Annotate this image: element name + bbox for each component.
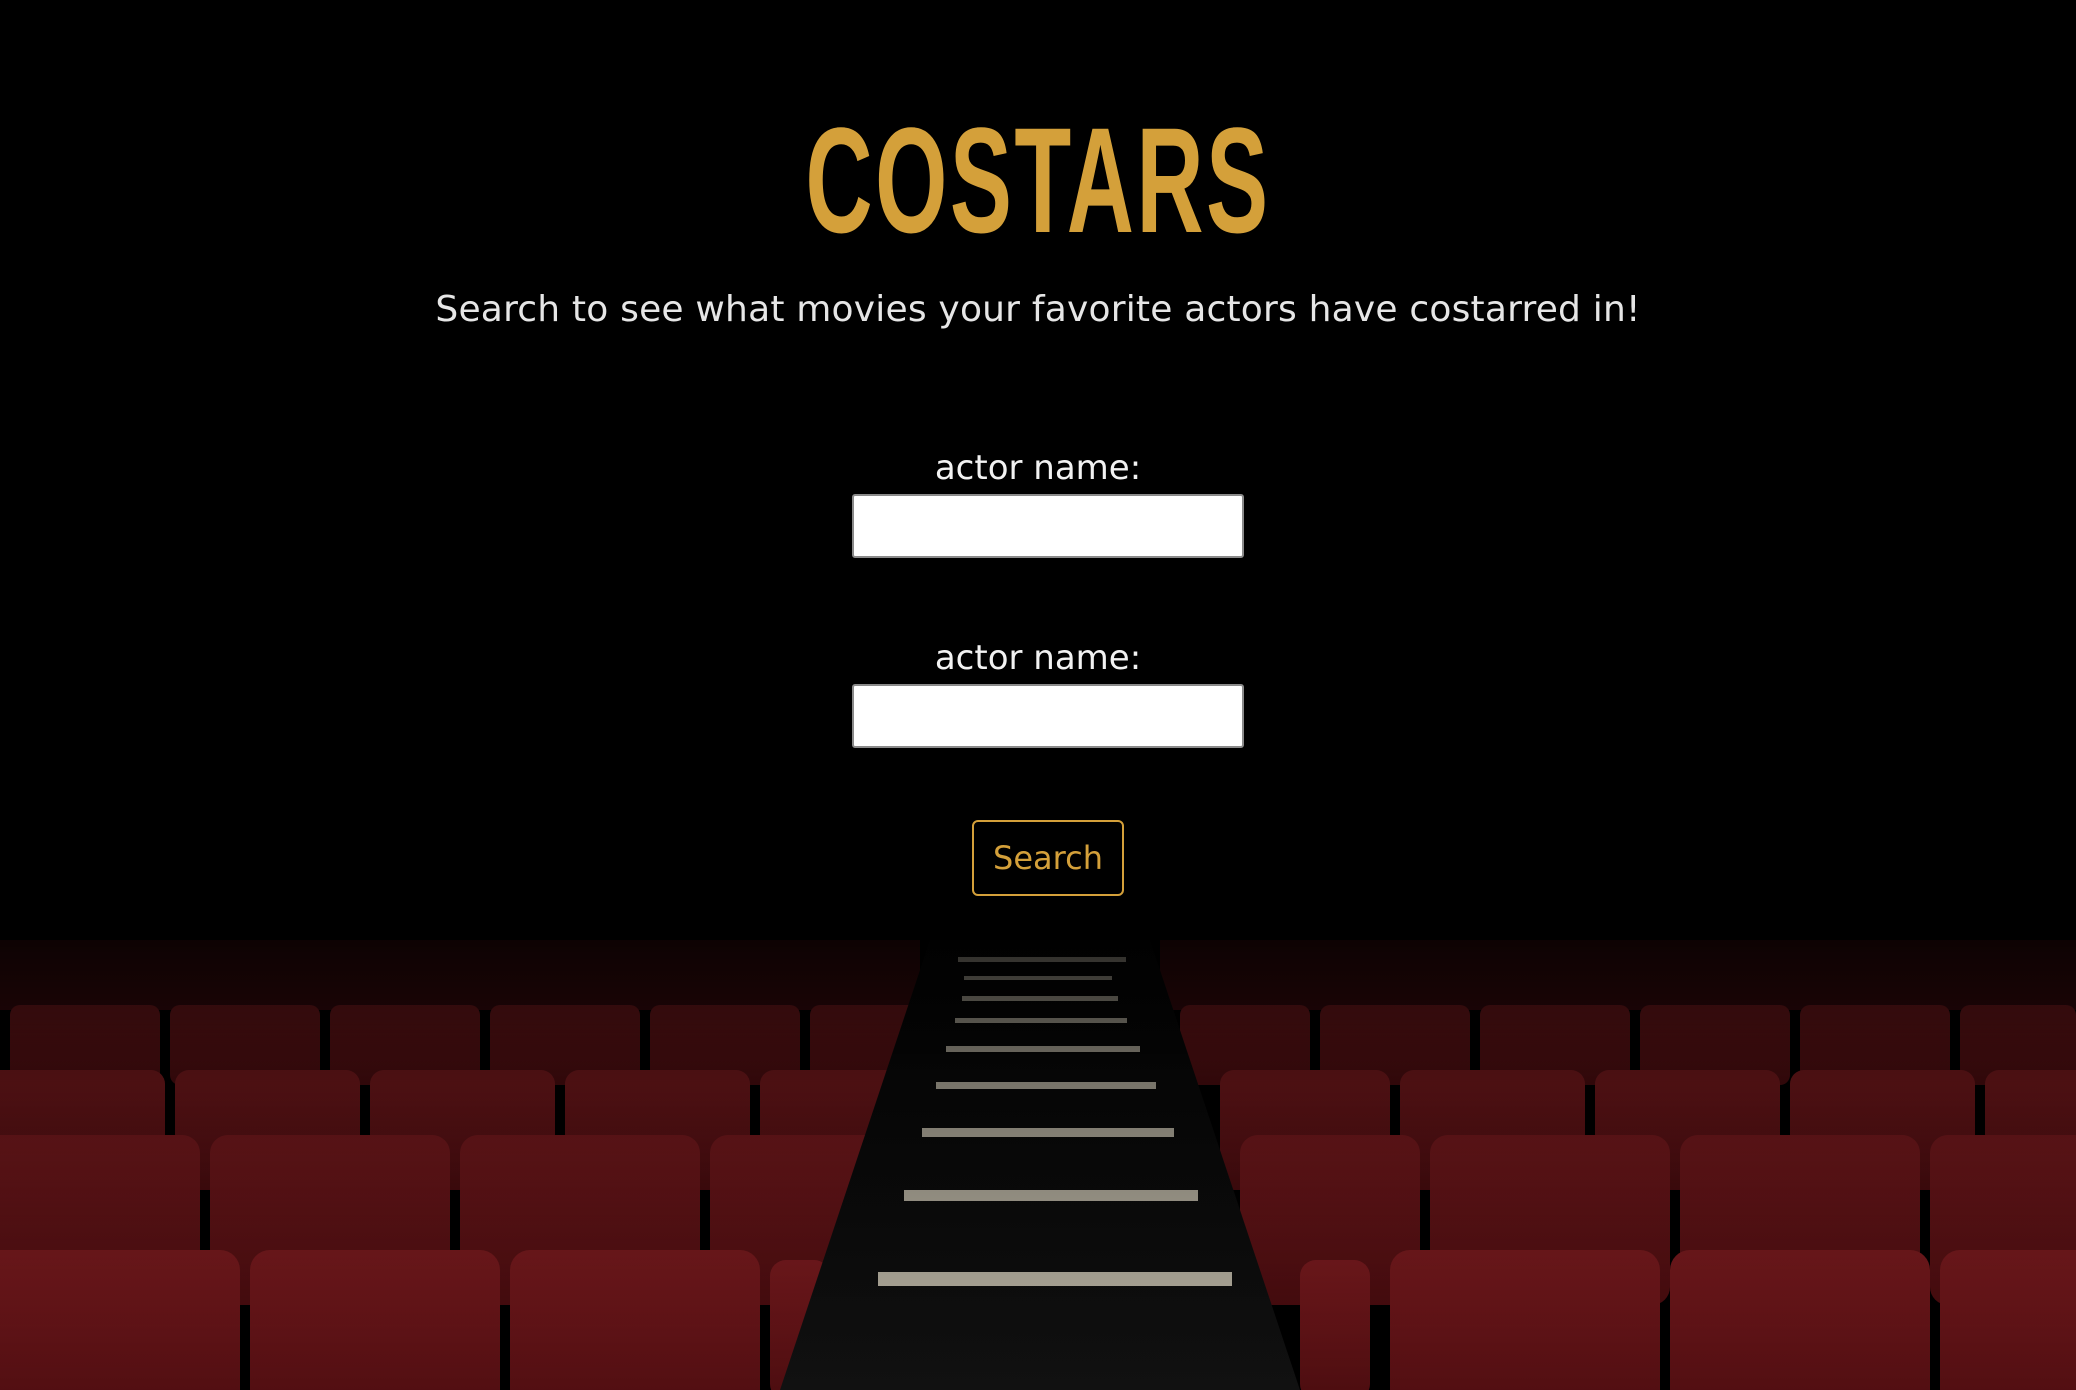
page: COSTARS Search to see what movies your f… <box>0 0 2076 1390</box>
actor-1-label: actor name: <box>934 448 1142 488</box>
app-title: COSTARS <box>805 96 1271 264</box>
actor-1-input[interactable] <box>852 494 1244 558</box>
actor-2-label: actor name: <box>934 638 1142 678</box>
search-button[interactable]: Search <box>972 820 1124 896</box>
actor-2-input[interactable] <box>852 684 1244 748</box>
app-subtitle: Search to see what movies your favorite … <box>435 289 1641 330</box>
